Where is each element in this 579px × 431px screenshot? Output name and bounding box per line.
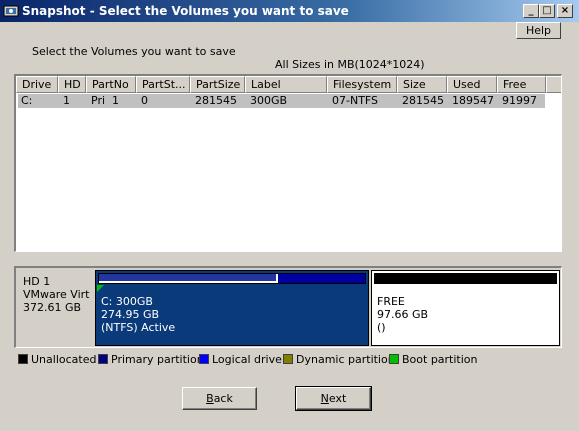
partition-filesystem: (NTFS) Active [101,321,176,334]
back-label-accel: B [206,392,214,405]
disk-info: HD 1 VMware Virt 372.61 GB [23,275,89,314]
cell-free: 91997 [502,94,537,107]
next-label-rest: ext [328,392,347,405]
back-button[interactable]: Back [182,387,257,410]
disk-name: HD 1 [23,275,51,288]
table-row[interactable]: C: 1 Pri 1 0 281545 300GB 07-NTFS 281545… [18,94,545,108]
cell-hd: 1 [63,94,70,107]
cell-drive: C: [21,94,33,107]
column-used[interactable]: Used [447,76,497,93]
free-filesystem: () [377,321,386,334]
cell-filesystem: 07-NTFS [332,94,379,107]
disk-map: HD 1 VMware Virt 372.61 GB C: 300GB 274.… [14,266,562,348]
disk-model: VMware Virt [23,288,90,301]
minimize-button[interactable]: _ [523,4,539,18]
dynamic-swatch [283,354,293,364]
title-bar: Snapshot - Select the Volumes you want t… [0,0,579,22]
partition-usage-fill [99,274,279,283]
column-partstatus[interactable]: PartSt... [136,76,190,93]
partition-c[interactable]: C: 300GB 274.95 GB (NTFS) Active [95,270,369,346]
column-drive[interactable]: Drive [16,76,58,93]
partition-free[interactable]: FREE 97.66 GB () [371,270,560,346]
partition-usage-bar [98,273,366,284]
boot-partition-marker-icon [97,285,104,292]
cell-size: 281545 [402,94,444,107]
back-label-rest: ack [213,392,233,405]
unallocated-bar [374,273,557,284]
disk-capacity: 372.61 GB [23,301,82,314]
partition-name: C: 300GB [101,295,153,308]
column-label[interactable]: Label [245,76,327,93]
column-partsize[interactable]: PartSize [190,76,245,93]
column-partno[interactable]: PartNo [86,76,136,93]
cell-partstatus: 0 [141,94,148,107]
instruction-text: Select the Volumes you want to save [32,45,236,58]
sizes-note: All Sizes in MB(1024*1024) [275,58,425,71]
free-label: FREE [377,295,405,308]
logical-swatch [199,354,209,364]
maximize-button[interactable]: □ [539,4,555,18]
window-title: Snapshot - Select the Volumes you want t… [22,4,349,18]
app-icon [3,5,19,17]
column-filesystem[interactable]: Filesystem [327,76,397,93]
column-free[interactable]: Free [497,76,546,93]
column-size[interactable]: Size [397,76,447,93]
list-header: Drive HD PartNo PartSt... PartSize Label… [16,76,561,93]
primary-swatch [98,354,108,364]
cell-label: 300GB [250,94,288,107]
volumes-list[interactable]: Drive HD PartNo PartSt... PartSize Label… [14,74,562,252]
cell-partsize: 281545 [195,94,237,107]
column-hd[interactable]: HD [58,76,86,93]
cell-used: 189547 [452,94,494,107]
boot-swatch [389,354,399,364]
cell-partno: Pri 1 [91,94,120,107]
next-button[interactable]: Next [295,386,372,411]
column-filler [546,76,561,93]
partition-size: 274.95 GB [101,308,160,321]
unallocated-swatch [18,354,28,364]
help-button[interactable]: Help [516,22,561,39]
free-size: 97.66 GB [377,308,429,321]
next-label-accel: N [320,392,329,405]
close-button[interactable]: × [557,4,573,18]
